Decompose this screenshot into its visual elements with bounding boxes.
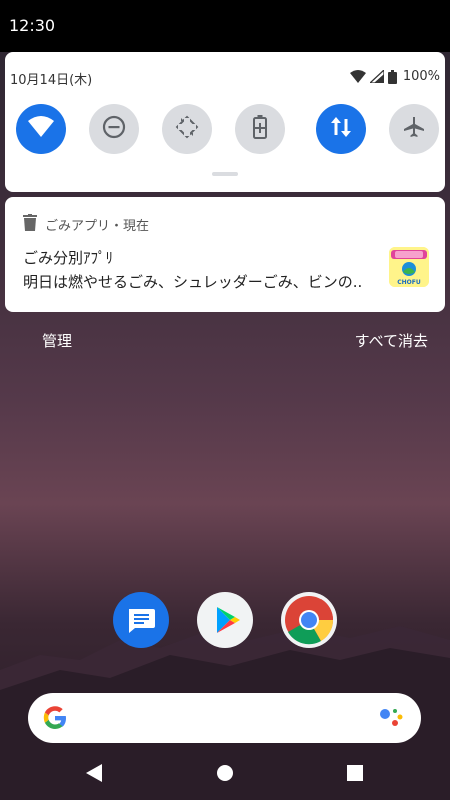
wifi-icon xyxy=(28,116,54,142)
recents-button[interactable] xyxy=(346,763,364,787)
quick-settings-tiles xyxy=(16,104,439,154)
quick-settings-header: 10月14日(木) 100% xyxy=(10,69,440,89)
gomi-app-logo: CHOFU xyxy=(389,247,429,287)
trash-icon xyxy=(23,214,37,235)
notification-actions: 管理 すべて消去 xyxy=(0,325,450,355)
messages-app-icon[interactable] xyxy=(113,592,169,648)
notification-header: ごみアプリ・現在 xyxy=(23,214,149,235)
do-not-disturb-icon xyxy=(102,115,126,143)
date-label[interactable]: 10月14日(木) xyxy=(10,69,92,88)
auto-rotate-icon xyxy=(175,115,199,143)
panel-drag-handle[interactable] xyxy=(212,172,238,176)
google-search-bar[interactable] xyxy=(28,693,421,743)
manage-button[interactable]: 管理 xyxy=(42,330,72,351)
wifi-signal-icon xyxy=(349,70,366,83)
navigation-bar xyxy=(0,750,450,800)
play-store-app-icon[interactable] xyxy=(197,592,253,648)
notification-app-time: ごみアプリ・現在 xyxy=(45,219,150,234)
notification-text: 明日は燃やせるごみ、シュレッダーごみ、ビンの.. xyxy=(23,273,363,291)
clear-all-button[interactable]: すべて消去 xyxy=(355,330,428,351)
auto-rotate-tile[interactable] xyxy=(162,104,212,154)
do-not-disturb-tile[interactable] xyxy=(89,104,139,154)
logo-caption: CHOFU xyxy=(397,279,421,286)
chrome-app-icon[interactable] xyxy=(281,592,337,648)
notification-title: ごみ分別ｱﾌﾟﾘ xyxy=(23,249,114,267)
google-logo-icon xyxy=(42,705,68,735)
notification-card[interactable]: ごみアプリ・現在 ごみ分別ｱﾌﾟﾘ 明日は燃やせるごみ、シュレッダーごみ、ビンの… xyxy=(5,197,445,312)
airplane-mode-tile[interactable] xyxy=(389,104,439,154)
status-time: 12:30 xyxy=(9,16,56,35)
cell-signal-icon xyxy=(369,70,384,83)
mobile-data-tile[interactable] xyxy=(316,104,366,154)
quick-settings-panel: 10月14日(木) 100% xyxy=(5,52,445,192)
battery-saver-icon xyxy=(253,115,267,143)
battery-icon xyxy=(387,69,397,84)
mobile-data-icon xyxy=(330,115,352,143)
status-bar: 12:30 xyxy=(0,0,450,52)
airplane-icon xyxy=(402,115,426,143)
battery-saver-tile[interactable] xyxy=(235,104,285,154)
status-icons: 100% xyxy=(349,69,440,84)
home-button[interactable] xyxy=(216,763,234,787)
back-button[interactable] xyxy=(85,763,103,787)
google-assistant-icon[interactable] xyxy=(379,707,403,733)
battery-percent: 100% xyxy=(402,69,440,84)
wifi-tile[interactable] xyxy=(16,104,66,154)
